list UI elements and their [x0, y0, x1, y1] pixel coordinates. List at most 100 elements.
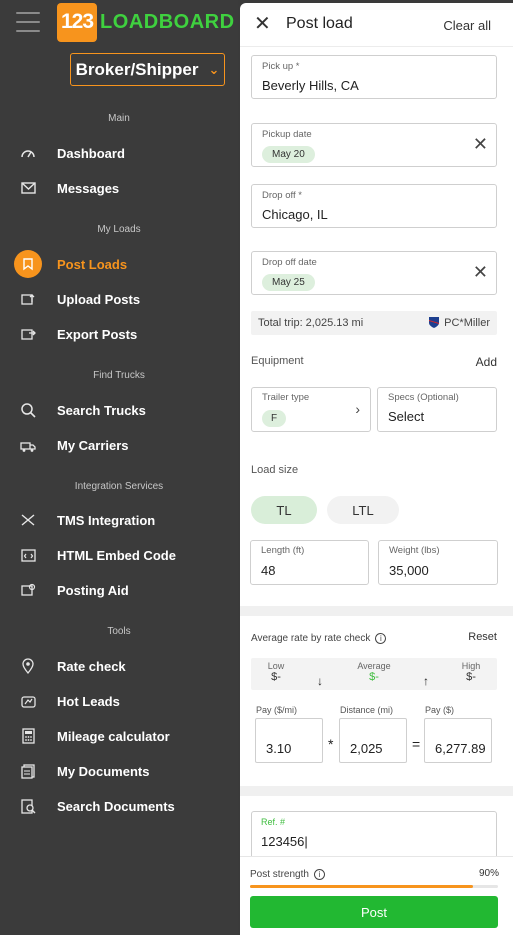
sidebar-item-search-documents[interactable]: Search Documents — [0, 791, 238, 821]
weight-field[interactable]: Weight (lbs) 35,000 — [378, 540, 498, 585]
sidebar-item-upload-posts[interactable]: Upload Posts — [0, 284, 238, 314]
chevron-down-icon: ⌄ — [208, 61, 220, 77]
search-documents-icon — [18, 796, 38, 816]
sidebar-item-html-embed-code[interactable]: HTML Embed Code — [0, 540, 238, 570]
sidebar-item-mileage-calculator[interactable]: Mileage calculator — [0, 721, 238, 751]
sidebar-item-label: Mileage calculator — [57, 728, 170, 744]
sidebar-item-label: Messages — [57, 180, 120, 196]
load-size-label: Load size — [251, 464, 299, 476]
pay-per-mile-value: 3.10 — [266, 741, 292, 756]
rate-average-label: Average — [357, 661, 391, 671]
dropoff-date-label: Drop off date — [262, 257, 317, 268]
sidebar-item-label: My Carriers — [57, 437, 129, 453]
ref-number-field[interactable]: Ref. # 123456| — [251, 811, 497, 861]
sidebar-item-rate-check[interactable]: Rate check — [0, 651, 238, 681]
pickup-date-field[interactable]: Pickup date May 20 ✕ — [251, 123, 497, 167]
rate-summary: Low $- ↓ Average $- ↑ High $- — [251, 658, 497, 690]
close-icon[interactable]: ✕ — [254, 14, 271, 34]
upload-icon — [18, 289, 38, 309]
sidebar-item-my-documents[interactable]: My Documents — [0, 756, 238, 786]
dropoff-date-field[interactable]: Drop off date May 25 ✕ — [251, 251, 497, 295]
sidebar-item-label: Search Documents — [57, 798, 175, 814]
sidebar-item-search-trucks[interactable]: Search Trucks — [0, 395, 238, 425]
posting-aid-icon — [18, 580, 38, 600]
info-icon[interactable]: i — [313, 869, 325, 880]
chevron-right-icon: › — [355, 401, 360, 417]
load-size-ltl-button[interactable]: LTL — [327, 496, 399, 524]
load-size-tl-button[interactable]: TL — [251, 496, 317, 524]
trailer-type-label: Trailer type — [262, 392, 310, 403]
distance-label: Distance (mi) — [340, 705, 394, 715]
role-select[interactable]: Broker/Shipper ⌄ — [70, 53, 225, 86]
hamburger-menu-icon[interactable] — [16, 12, 40, 32]
distance-input[interactable]: 2,025 — [339, 718, 407, 763]
envelope-icon — [18, 178, 38, 198]
weight-value: 35,000 — [389, 563, 429, 578]
calculator-icon — [18, 726, 38, 746]
export-icon — [18, 324, 38, 344]
dropoff-field[interactable]: Drop off * Chicago, IL — [251, 184, 497, 228]
total-trip-text: Total trip: 2,025.13 mi — [258, 317, 364, 329]
section-title-integration: Integration Services — [74, 481, 164, 492]
pay-per-mile-input[interactable]: 3.10 — [255, 718, 323, 763]
sidebar-item-label: Dashboard — [57, 145, 125, 161]
distance-value: 2,025 — [350, 741, 383, 756]
section-divider — [240, 606, 513, 616]
arrow-down-icon: ↓ — [317, 674, 323, 688]
post-strength-bar — [250, 885, 498, 888]
section-title-main: Main — [108, 113, 130, 124]
trailer-type-chip: F — [262, 410, 287, 427]
section-title-my-loads: My Loads — [97, 224, 141, 235]
rate-average-value: $- — [369, 671, 379, 683]
multiply-sign: * — [328, 736, 334, 752]
sidebar-item-label: Hot Leads — [57, 693, 120, 709]
rate-low-value: $- — [271, 671, 281, 683]
sidebar-item-my-carriers[interactable]: My Carriers — [0, 430, 238, 460]
sidebar-item-messages[interactable]: Messages — [0, 173, 238, 203]
trailer-type-field[interactable]: Trailer type F › — [251, 387, 371, 432]
hot-leads-icon — [18, 691, 38, 711]
pickup-date-label: Pickup date — [262, 129, 312, 140]
sidebar-item-tms-integration[interactable]: TMS Integration — [0, 505, 238, 535]
sidebar-item-label: Post Loads — [57, 256, 128, 272]
pickup-value: Beverly Hills, CA — [262, 78, 359, 93]
pickup-field[interactable]: Pick up * Beverly Hills, CA — [251, 55, 497, 99]
length-field[interactable]: Length (ft) 48 — [250, 540, 369, 585]
post-load-icon — [14, 250, 42, 278]
clear-pickup-date-icon[interactable]: ✕ — [473, 134, 488, 155]
panel-header: ✕ Post load Clear all — [240, 3, 513, 47]
sidebar-item-label: Rate check — [57, 658, 126, 674]
equals-sign: = — [412, 736, 421, 752]
sidebar-item-label: My Documents — [57, 763, 150, 779]
sidebar-item-dashboard[interactable]: Dashboard — [0, 138, 238, 168]
specs-value: Select — [388, 409, 425, 424]
post-strength-percent: 90% — [478, 868, 499, 879]
add-equipment-button[interactable]: Add — [476, 355, 497, 369]
weight-label: Weight (lbs) — [389, 545, 440, 556]
sidebar-item-post-loads[interactable]: Post Loads — [0, 249, 238, 279]
logo-text: LOADBOARD — [100, 11, 235, 33]
rate-high: High $- — [455, 661, 487, 683]
pay-label: Pay ($) — [425, 705, 455, 715]
length-value: 48 — [261, 563, 276, 578]
sidebar-item-posting-aid[interactable]: Posting Aid — [0, 575, 238, 605]
clear-dropoff-date-icon[interactable]: ✕ — [473, 262, 488, 283]
info-icon[interactable]: i — [375, 633, 387, 644]
post-strength-fill — [250, 885, 474, 888]
sidebar-item-label: Upload Posts — [57, 291, 141, 307]
clear-all-button[interactable]: Clear all — [443, 18, 491, 33]
rate-check-title: Average rate by rate check i — [251, 633, 387, 644]
sidebar-item-label: HTML Embed Code — [57, 547, 176, 563]
reset-button[interactable]: Reset — [468, 631, 497, 643]
post-footer: Post strength i 90% Post — [240, 856, 513, 935]
logo[interactable]: 123 LOADBOARD — [57, 3, 235, 42]
post-button[interactable]: Post — [250, 896, 498, 928]
specs-field[interactable]: Specs (Optional) Select — [377, 387, 497, 432]
sidebar-item-export-posts[interactable]: Export Posts — [0, 319, 238, 349]
sidebar-item-hot-leads[interactable]: Hot Leads — [0, 686, 238, 716]
speedometer-icon — [18, 143, 38, 163]
ref-number-label: Ref. # — [261, 817, 286, 827]
documents-icon — [18, 761, 38, 781]
post-strength-label-text: Post strength — [250, 869, 309, 881]
pay-input[interactable]: 6,277.89 — [424, 718, 492, 763]
